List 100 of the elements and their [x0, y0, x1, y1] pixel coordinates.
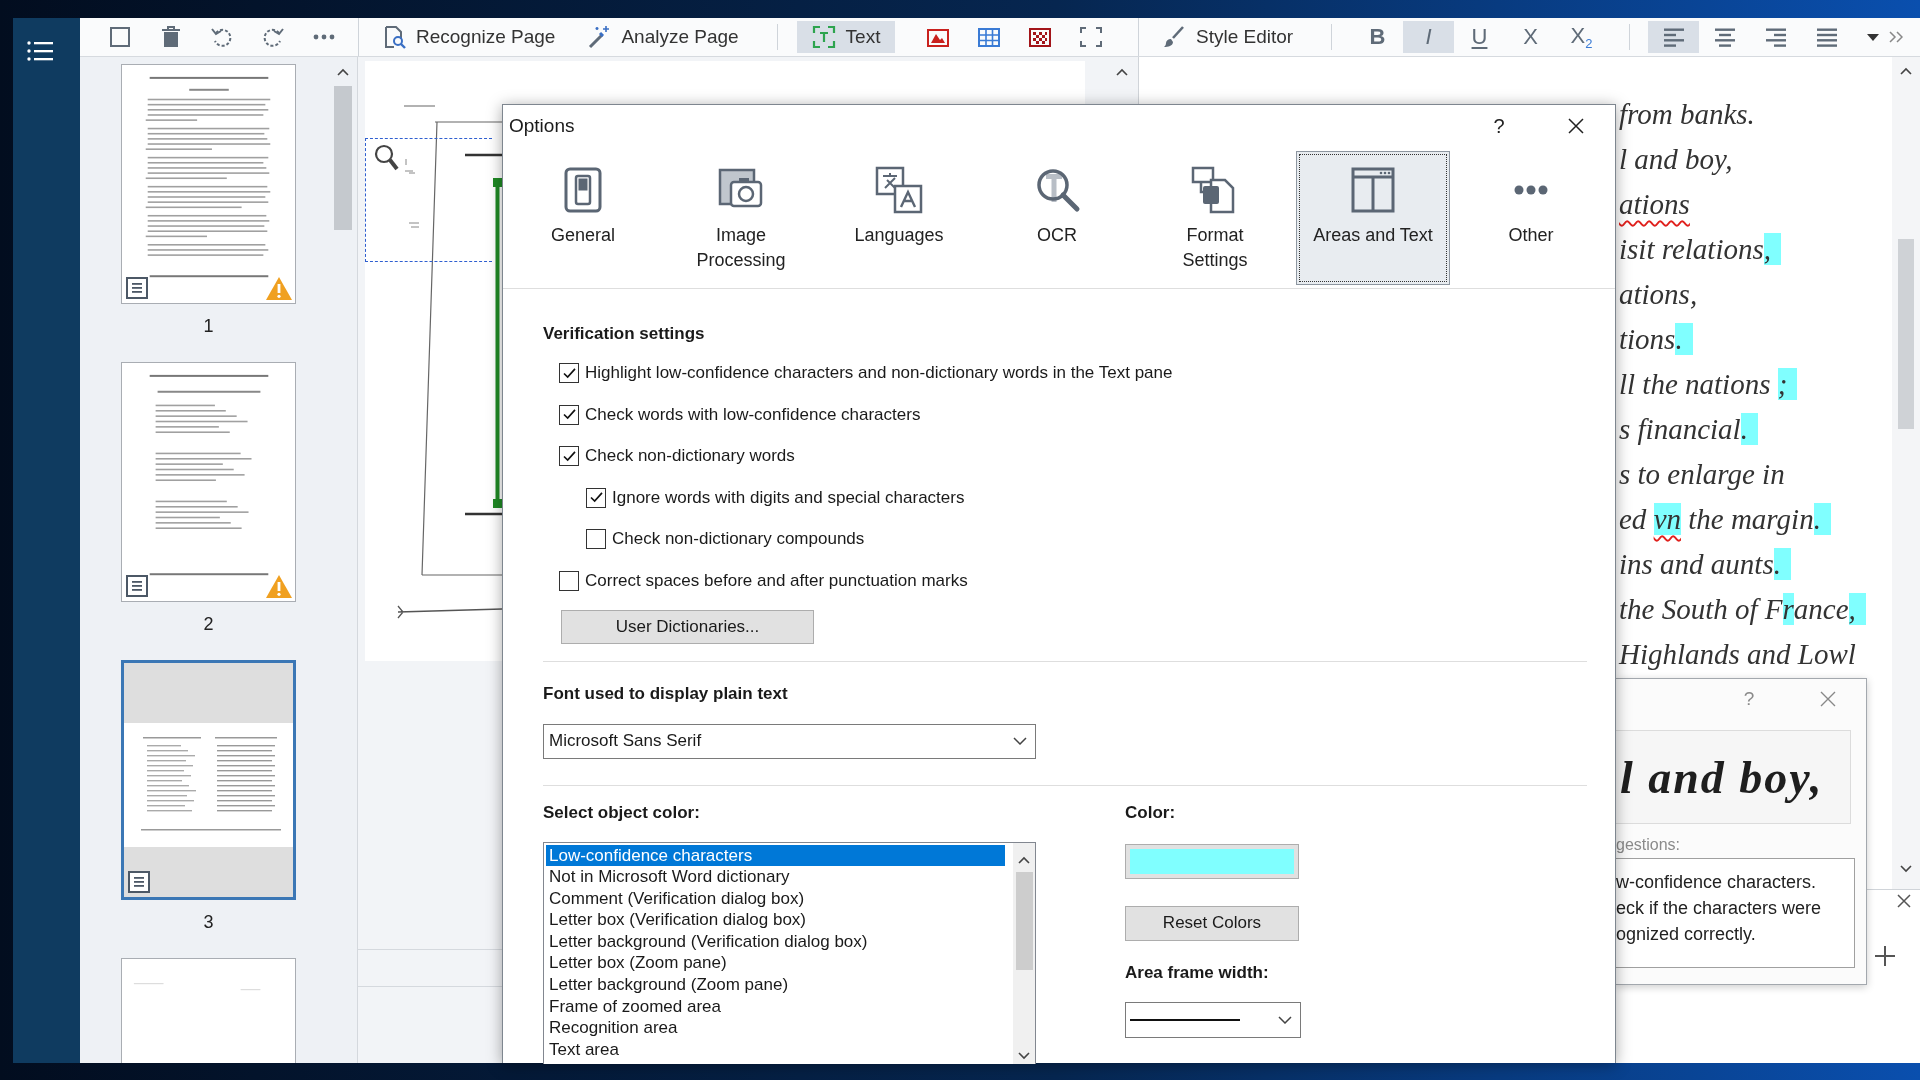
text-line: ins and aunts.: [1619, 542, 1892, 587]
text-line: ations: [1619, 187, 1691, 222]
message-text: w-confidence characters. eck if the characters were ognized correctly.: [1616, 858, 1855, 968]
checkbox[interactable]: [586, 529, 606, 550]
text-line: l and boy,: [1619, 142, 1734, 177]
recognize-page-button[interactable]: Recognize Page: [376, 21, 562, 53]
line-width-icon: [1130, 1018, 1240, 1021]
text-line: s to enlarge in: [1619, 457, 1786, 492]
check-icon: [562, 367, 576, 379]
scroll-down-icon[interactable]: [1900, 865, 1912, 873]
help-button[interactable]: ?: [1477, 108, 1521, 144]
text-area-button[interactable]: Text: [797, 21, 895, 53]
suggestions-label: gestions:: [1616, 836, 1682, 854]
page-thumbnail[interactable]: [121, 362, 296, 602]
close-icon[interactable]: [1897, 894, 1911, 908]
scroll-up-icon[interactable]: [1018, 855, 1030, 864]
text-line: ations,: [1619, 277, 1699, 312]
chevron-down-icon: [1278, 1015, 1292, 1024]
settings-tab[interactable]: Image Processing: [664, 151, 818, 285]
checkbox-label[interactable]: Check words with low-confidence characters: [585, 404, 921, 425]
list-item[interactable]: Recognition area: [546, 1017, 1005, 1039]
style-editor-button[interactable]: Style Editor: [1156, 21, 1331, 53]
list-item[interactable]: Not in Microsoft Word dictionary: [546, 866, 1005, 888]
scrollbar-thumb[interactable]: [1015, 871, 1033, 970]
close-icon: [1820, 691, 1836, 707]
underline-button[interactable]: U: [1454, 21, 1505, 53]
text-line: Highlands and Lowl: [1619, 637, 1857, 672]
page-number: 1: [203, 316, 214, 336]
plus-icon[interactable]: [1874, 945, 1896, 967]
text-line: ed vn the margin.: [1619, 497, 1892, 542]
font-dropdown[interactable]: Microsoft Sans Serif: [543, 723, 1036, 759]
scroll-down-icon[interactable]: [1018, 1051, 1030, 1060]
menu-icon[interactable]: [26, 39, 54, 63]
trash-icon[interactable]: [159, 25, 183, 49]
settings-tab[interactable]: OCR: [980, 151, 1134, 285]
page-number: 3: [203, 912, 214, 932]
section-heading: Area frame width:: [1125, 961, 1269, 984]
checkered-area-icon: [1028, 25, 1052, 49]
scroll-up-icon[interactable]: [336, 68, 349, 76]
settings-tab[interactable]: Format Settings: [1138, 151, 1292, 285]
align-left-button[interactable]: [1648, 21, 1699, 53]
square-icon[interactable]: [108, 25, 132, 49]
list-item[interactable]: Text area: [546, 1038, 1005, 1061]
settings-tab[interactable]: Other: [1454, 151, 1608, 285]
reset-colors-button[interactable]: Reset Colors: [1125, 905, 1299, 941]
checkbox-label[interactable]: Ignore words with digits and special characters: [612, 487, 965, 508]
translate-icon: [873, 164, 925, 216]
settings-tab[interactable]: Languages: [822, 151, 976, 285]
superscript-button[interactable]: X: [1505, 21, 1556, 53]
checkbox[interactable]: [559, 446, 579, 467]
checkbox[interactable]: [559, 404, 579, 425]
area-frame-handle[interactable]: [493, 178, 502, 508]
scroll-up-icon[interactable]: [1116, 68, 1128, 76]
list-item[interactable]: Low-confidence characters: [546, 844, 1005, 867]
list-item[interactable]: Frame of zoomed area: [546, 995, 1005, 1018]
page-thumbnail[interactable]: [121, 660, 296, 900]
checkbox[interactable]: [559, 363, 579, 384]
list-item[interactable]: Letter box (Zoom pane): [546, 952, 1005, 975]
text-line: from banks.: [1619, 97, 1756, 132]
text-line: ll the nations ;: [1619, 362, 1892, 407]
brush-icon: [1162, 25, 1186, 49]
subscript-button[interactable]: X$_{2}$: [1556, 21, 1607, 53]
scroll-up-icon[interactable]: [1900, 67, 1912, 75]
checkbox[interactable]: [586, 487, 606, 508]
settings-tab[interactable]: General: [506, 151, 660, 285]
list-item[interactable]: Letter background (Verification dialog box): [546, 930, 1005, 953]
page-thumbnail[interactable]: [121, 958, 296, 1063]
dialog-title: Options: [509, 115, 576, 137]
text-line: isit relations,: [1619, 227, 1892, 272]
magic-wand-icon: [587, 25, 612, 49]
scrollbar-thumb[interactable]: [1898, 239, 1914, 429]
bold-button[interactable]: B: [1352, 21, 1403, 53]
list-item[interactable]: Letter box (Verification dialog box): [546, 909, 1005, 931]
scrollbar-thumb[interactable]: [333, 86, 352, 230]
page-thumbnail[interactable]: [121, 64, 296, 304]
settings-tab[interactable]: Areas and Text: [1296, 151, 1450, 285]
more-icon: [1514, 185, 1548, 195]
frame-width-dropdown[interactable]: [1125, 1001, 1301, 1038]
checkbox-label[interactable]: Check non-dictionary words: [585, 446, 795, 467]
italic-button[interactable]: I: [1403, 21, 1454, 53]
selection-frame[interactable]: [365, 138, 492, 262]
list-item[interactable]: Comment (Verification dialog box): [546, 887, 1005, 910]
checkbox[interactable]: [559, 570, 579, 591]
page-number: 2: [203, 614, 214, 634]
corner-frame-icon: [1079, 25, 1103, 49]
text-line: s financial.: [1619, 407, 1892, 452]
check-icon: [562, 450, 576, 462]
checkbox-label[interactable]: Check non-dictionary compounds: [612, 529, 865, 550]
checkbox-label[interactable]: Correct spaces before and after punctuation marks: [585, 570, 968, 591]
text-line: tions.: [1619, 317, 1892, 362]
double-chevron-icon[interactable]: [1889, 31, 1903, 43]
checkbox-label[interactable]: Highlight low-confidence characters and non-dictionary words in the Text pane: [585, 363, 1173, 384]
user-dictionaries-button[interactable]: User Dictionaries...: [561, 610, 814, 644]
check-icon: [562, 409, 576, 421]
caret-icon[interactable]: [1867, 33, 1879, 41]
table-area-icon: [977, 25, 1001, 49]
section-heading: Color:: [1125, 801, 1176, 824]
list-item[interactable]: Letter background (Zoom pane): [546, 974, 1005, 996]
section-heading: Font used to display plain text: [543, 682, 789, 705]
analyze-page-button[interactable]: Analyze Page: [581, 21, 745, 53]
